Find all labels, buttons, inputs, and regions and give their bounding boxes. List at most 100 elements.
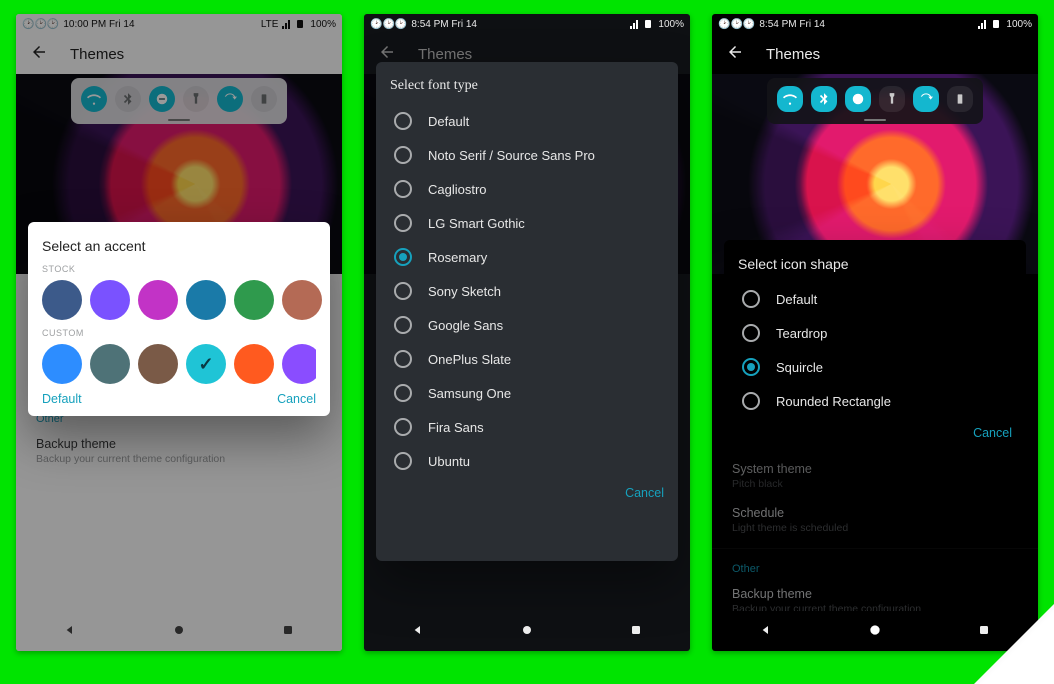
- dnd-icon[interactable]: [845, 86, 871, 112]
- qs-panel: [767, 78, 983, 124]
- status-time: 10:00 PM Fri 14: [63, 19, 134, 30]
- font-option[interactable]: LG Smart Gothic: [390, 206, 664, 240]
- font-option[interactable]: Default: [390, 104, 664, 138]
- cancel-button[interactable]: Cancel: [973, 426, 1012, 440]
- status-net: LTE: [261, 19, 279, 30]
- shape-option[interactable]: Default: [738, 282, 1012, 316]
- nav-bar: [16, 611, 342, 651]
- nav-home[interactable]: [171, 622, 187, 641]
- radio-icon: [742, 324, 760, 342]
- radio-icon: [394, 112, 412, 130]
- setting-backup[interactable]: Backup theme Backup your current theme c…: [712, 579, 1038, 611]
- setting-backup[interactable]: Backup theme Backup your current theme c…: [16, 429, 342, 473]
- signal-icon: [978, 19, 988, 29]
- setting-system-theme[interactable]: System theme Pitch black: [712, 454, 1038, 498]
- nav-home[interactable]: [867, 622, 883, 641]
- color-swatch[interactable]: [138, 280, 178, 320]
- bluetooth-icon[interactable]: [811, 86, 837, 112]
- font-option[interactable]: Samsung One: [390, 376, 664, 410]
- status-batt: 100%: [310, 19, 336, 30]
- color-swatch[interactable]: [282, 344, 316, 384]
- bluetooth-icon[interactable]: [115, 86, 141, 112]
- color-swatch[interactable]: [282, 280, 322, 320]
- battery-saver-icon[interactable]: [251, 86, 277, 112]
- status-batt: 100%: [658, 19, 684, 30]
- flashlight-icon[interactable]: [183, 86, 209, 112]
- dnd-icon[interactable]: [149, 86, 175, 112]
- shape-option-label: Default: [776, 292, 817, 307]
- status-bar: 🕑🕑🕑 10:00 PM Fri 14 LTE 100%: [16, 14, 342, 34]
- dialog-title: Select font type: [390, 78, 664, 94]
- font-option-label: Ubuntu: [428, 454, 470, 469]
- cancel-button[interactable]: Cancel: [277, 392, 316, 406]
- font-option[interactable]: Ubuntu: [390, 444, 664, 478]
- qs-panel: [71, 78, 287, 124]
- accent-dialog: Select an accent STOCK CUSTOM Default Ca…: [28, 222, 330, 416]
- shape-option[interactable]: Rounded Rectangle: [738, 384, 1012, 418]
- nav-back[interactable]: [410, 622, 426, 641]
- battery-saver-icon[interactable]: [947, 86, 973, 112]
- wifi-icon[interactable]: [777, 86, 803, 112]
- status-bar: 🕑🕑🕑 8:54 PM Fri 14 100%: [364, 14, 690, 34]
- autorotate-icon[interactable]: [217, 86, 243, 112]
- nav-back[interactable]: [758, 622, 774, 641]
- font-option[interactable]: Cagliostro: [390, 172, 664, 206]
- page-title: Themes: [418, 46, 472, 63]
- dialog-title: Select an accent: [42, 238, 316, 254]
- shape-dialog: Select icon shape DefaultTeardropSquircl…: [724, 240, 1026, 450]
- color-swatch[interactable]: [90, 280, 130, 320]
- notif-icons: 🕑🕑🕑: [718, 19, 755, 30]
- battery-icon: [296, 19, 306, 29]
- radio-icon: [742, 358, 760, 376]
- shape-option-label: Rounded Rectangle: [776, 394, 891, 409]
- nav-recents[interactable]: [976, 622, 992, 641]
- radio-icon: [394, 452, 412, 470]
- notif-icons: 🕑🕑🕑: [22, 19, 59, 30]
- font-option-label: OnePlus Slate: [428, 352, 511, 367]
- color-swatch[interactable]: [234, 344, 274, 384]
- shape-option-label: Teardrop: [776, 326, 827, 341]
- radio-icon: [394, 248, 412, 266]
- color-swatch[interactable]: [234, 280, 274, 320]
- font-option[interactable]: Google Sans: [390, 308, 664, 342]
- autorotate-icon[interactable]: [913, 86, 939, 112]
- signal-icon: [282, 19, 292, 29]
- nav-home[interactable]: [519, 622, 535, 641]
- radio-icon: [394, 282, 412, 300]
- color-swatch[interactable]: [138, 344, 178, 384]
- color-swatch[interactable]: [186, 280, 226, 320]
- wifi-icon[interactable]: [81, 86, 107, 112]
- color-swatch[interactable]: [42, 344, 82, 384]
- shape-option[interactable]: Teardrop: [738, 316, 1012, 350]
- qs-handle[interactable]: [864, 119, 886, 121]
- font-option[interactable]: Fira Sans: [390, 410, 664, 444]
- font-option-label: Google Sans: [428, 318, 503, 333]
- setting-schedule[interactable]: Schedule Light theme is scheduled: [712, 498, 1038, 542]
- nav-recents[interactable]: [280, 622, 296, 641]
- color-swatch[interactable]: [90, 344, 130, 384]
- font-option[interactable]: OnePlus Slate: [390, 342, 664, 376]
- qs-handle[interactable]: [168, 119, 190, 121]
- font-option-label: Cagliostro: [428, 182, 487, 197]
- radio-icon: [394, 384, 412, 402]
- color-swatch[interactable]: [42, 280, 82, 320]
- nav-back[interactable]: [62, 622, 78, 641]
- font-option-label: Sony Sketch: [428, 284, 501, 299]
- radio-icon: [394, 146, 412, 164]
- font-option[interactable]: Noto Serif / Source Sans Pro: [390, 138, 664, 172]
- flashlight-icon[interactable]: [879, 86, 905, 112]
- back-button[interactable]: [726, 43, 744, 65]
- back-button[interactable]: [30, 43, 48, 65]
- phone-font: 🕑🕑🕑 8:54 PM Fri 14 100% Themes: [364, 14, 690, 651]
- default-button[interactable]: Default: [42, 392, 82, 406]
- font-option[interactable]: Sony Sketch: [390, 274, 664, 308]
- shape-option[interactable]: Squircle: [738, 350, 1012, 384]
- nav-bar: [364, 611, 690, 651]
- nav-recents[interactable]: [628, 622, 644, 641]
- app-bar: Themes: [712, 34, 1038, 74]
- radio-icon: [394, 180, 412, 198]
- cancel-button[interactable]: Cancel: [625, 486, 664, 500]
- color-swatch[interactable]: [186, 344, 226, 384]
- font-option[interactable]: Rosemary: [390, 240, 664, 274]
- page-title: Themes: [70, 46, 124, 63]
